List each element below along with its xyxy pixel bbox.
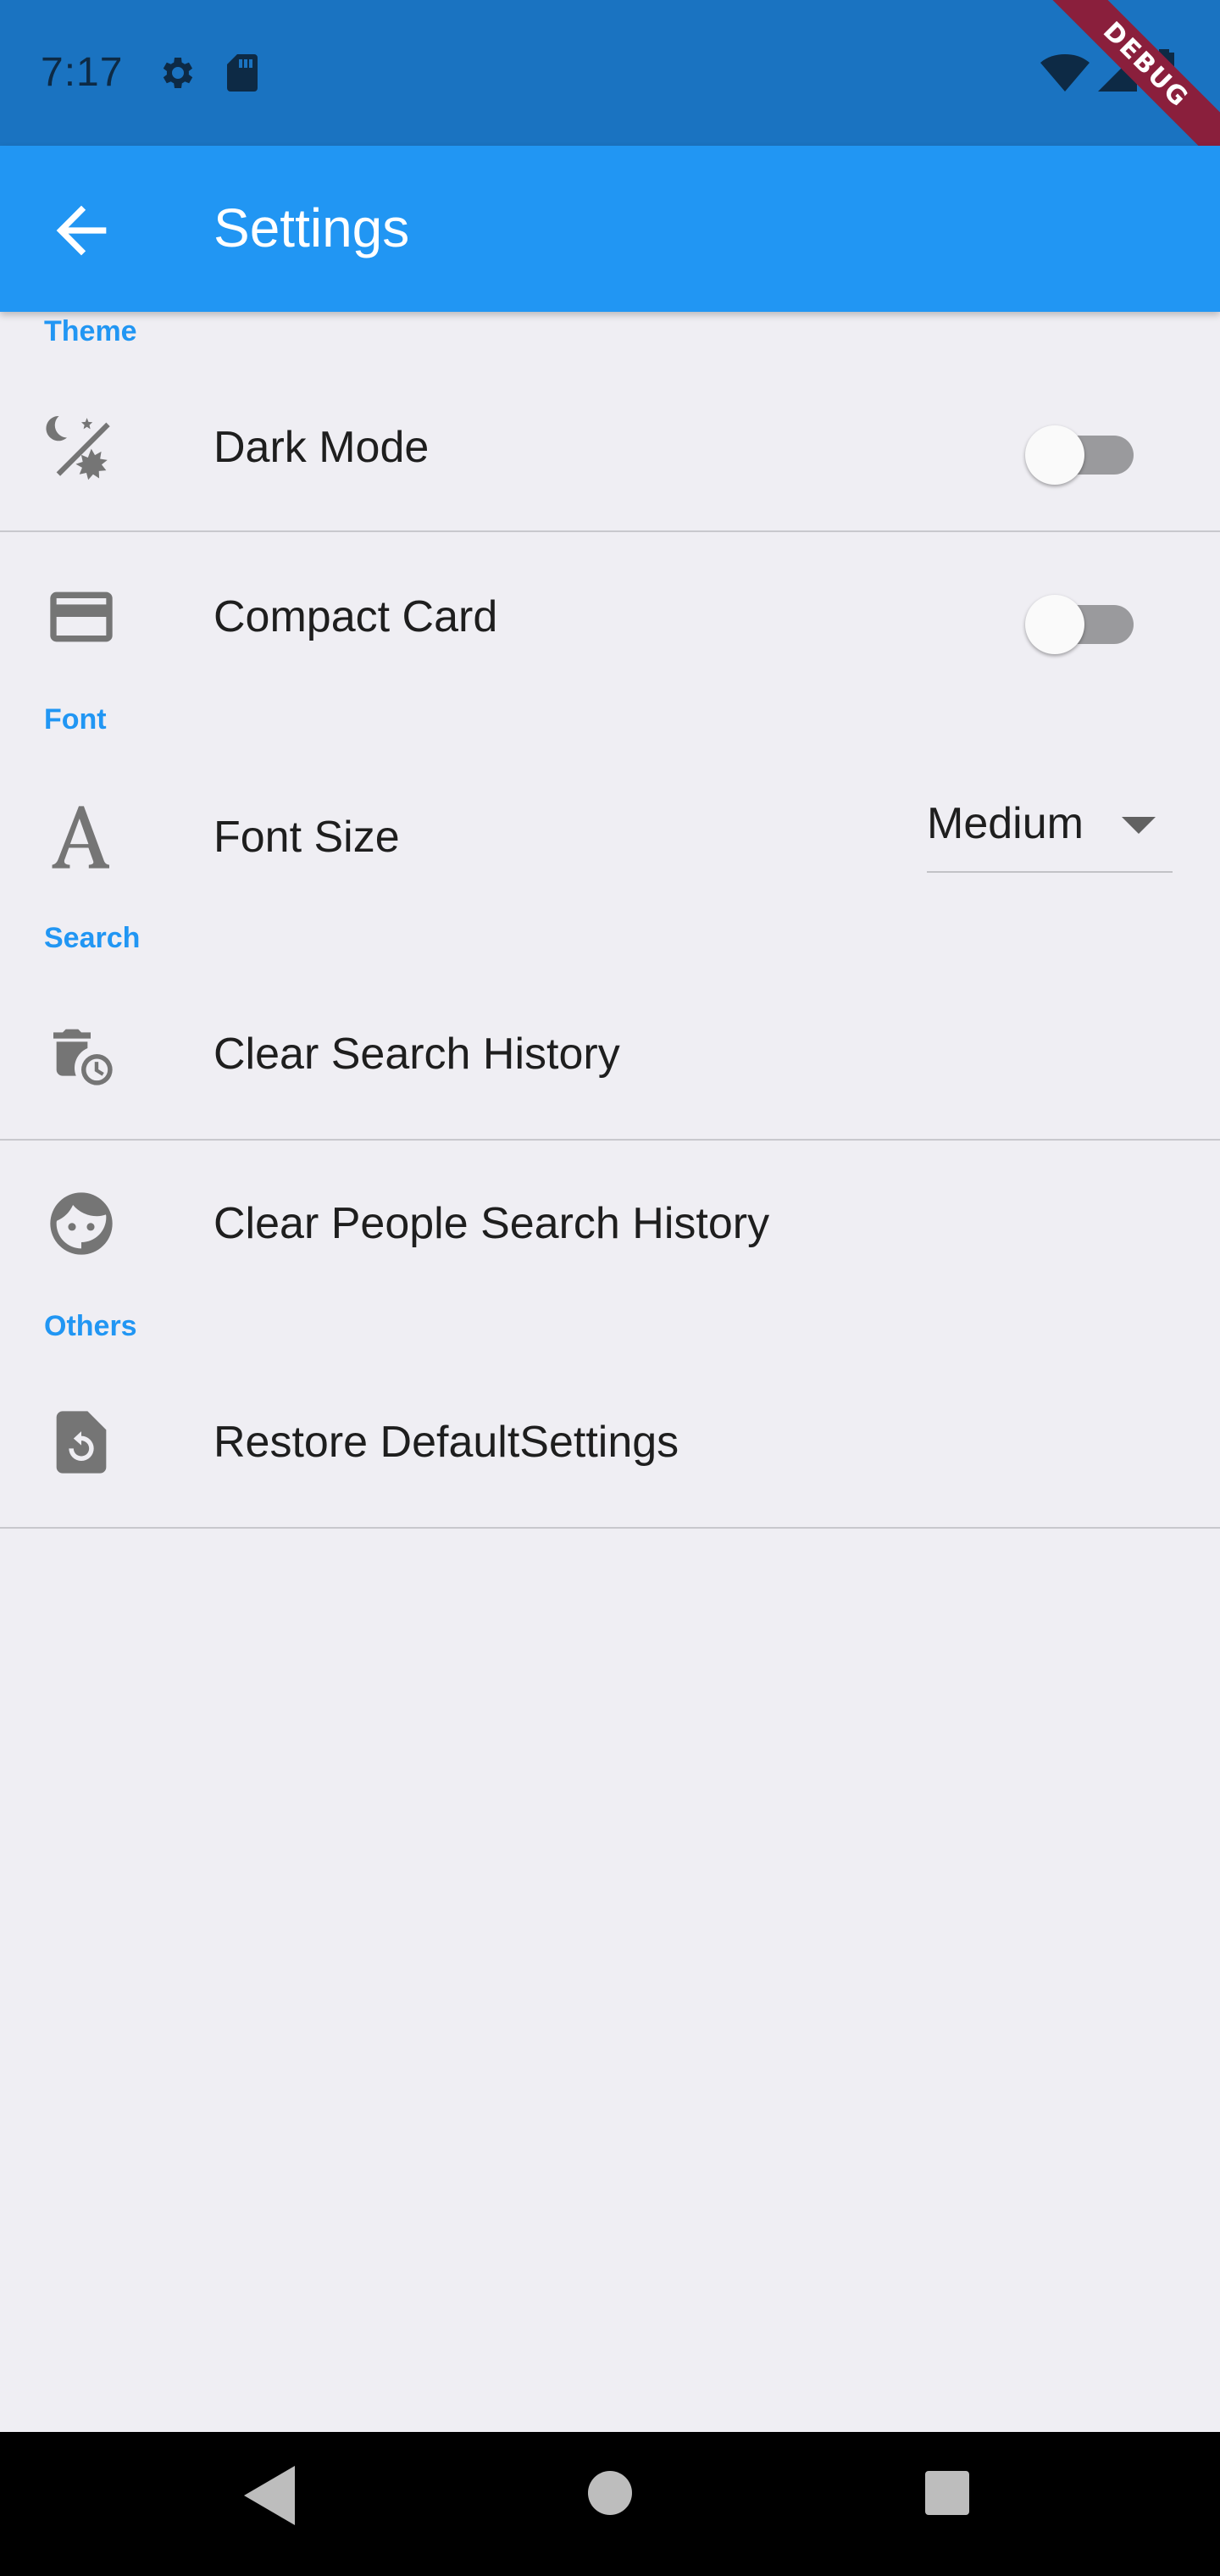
font-size-row: Font Size Medium — [0, 788, 1220, 886]
section-header-theme: Theme — [44, 315, 137, 347]
app-bar: Settings — [0, 146, 1220, 312]
font-size-dropdown[interactable]: Medium — [927, 788, 1173, 873]
divider — [0, 1139, 1220, 1141]
clear-search-history-label: Clear Search History — [214, 1030, 620, 1079]
dropdown-arrow-icon — [1122, 817, 1156, 834]
divider — [0, 530, 1220, 532]
gear-icon — [156, 53, 197, 93]
divider — [0, 1527, 1220, 1529]
section-header-search: Search — [44, 922, 141, 954]
status-bar: 7:17 DEBUG — [0, 0, 1220, 187]
restore-file-icon — [44, 1405, 119, 1480]
settings-screen: 7:17 DEBUG Settings Theme Dark Mode Comp… — [0, 0, 1220, 2576]
status-time: 7:17 — [41, 50, 124, 95]
clear-people-search-history-row[interactable]: Clear People Search History — [0, 1174, 1220, 1273]
page-title: Settings — [214, 197, 410, 258]
switch-thumb — [1025, 425, 1084, 485]
switch-thumb — [1025, 595, 1084, 654]
nav-back-icon[interactable] — [244, 2466, 295, 2525]
font-letter-icon — [44, 800, 119, 874]
nav-recents-icon[interactable] — [925, 2471, 969, 2515]
compact-card-label: Compact Card — [214, 592, 498, 641]
face-icon — [44, 1186, 119, 1261]
dark-mode-switch[interactable] — [1025, 414, 1137, 485]
back-button[interactable] — [44, 193, 119, 268]
compact-card-switch[interactable] — [1025, 583, 1137, 654]
restore-default-settings-row[interactable]: Restore DefaultSettings — [0, 1393, 1220, 1491]
dark-mode-label: Dark Mode — [214, 423, 430, 472]
clear-people-search-history-label: Clear People Search History — [214, 1199, 770, 1248]
dark-mode-icon — [44, 410, 119, 485]
nav-home-icon[interactable] — [588, 2471, 632, 2515]
clear-search-history-row[interactable]: Clear Search History — [0, 1005, 1220, 1103]
section-header-font: Font — [44, 703, 107, 736]
credit-card-icon — [44, 580, 119, 654]
section-header-others: Others — [44, 1310, 137, 1342]
delete-history-icon — [44, 1017, 119, 1091]
restore-default-settings-label: Restore DefaultSettings — [214, 1418, 679, 1467]
arrow-back-icon — [56, 205, 107, 256]
system-nav-bar — [0, 2432, 1220, 2576]
sd-card-icon — [225, 53, 259, 93]
font-size-label: Font Size — [214, 813, 400, 862]
wifi-icon — [1040, 54, 1090, 92]
font-size-selected: Medium — [927, 799, 1084, 848]
dark-mode-row[interactable]: Dark Mode — [0, 398, 1220, 497]
compact-card-row[interactable]: Compact Card — [0, 568, 1220, 666]
